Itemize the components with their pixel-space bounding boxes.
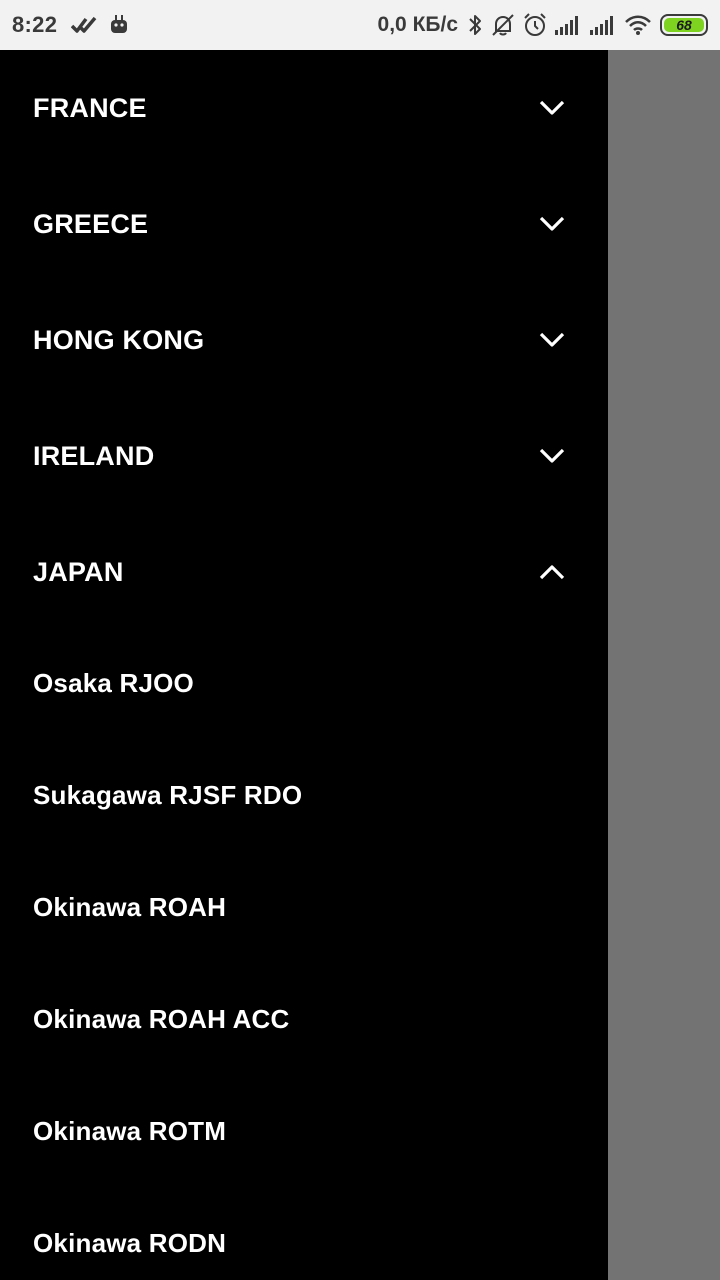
status-time: 8:22: [12, 12, 58, 37]
network-speed: 0,0 КБ/с: [377, 13, 458, 36]
country-label: JAPAN: [33, 556, 124, 587]
alarm-icon: [523, 13, 547, 37]
signal-icon: [589, 14, 617, 36]
battery-icon: 68: [660, 14, 708, 36]
chevron-down-icon[interactable]: [538, 442, 566, 470]
country-label: FRANCE: [33, 92, 147, 123]
bluetooth-icon: [467, 13, 483, 37]
android-icon: [109, 15, 129, 35]
drawer-scrim[interactable]: [608, 50, 720, 1280]
station-label: Okinawa ROAH: [33, 891, 227, 922]
status-right: 0,0 КБ/с 68: [378, 13, 708, 37]
station-item[interactable]: Okinawa ROTM: [0, 1075, 608, 1187]
country-item-ireland[interactable]: IRELAND: [0, 398, 608, 514]
country-item-hong-kong[interactable]: HONG KONG: [0, 282, 608, 398]
station-label: Osaka RJOO: [33, 667, 194, 698]
chevron-down-icon[interactable]: [538, 210, 566, 238]
station-item[interactable]: Okinawa RODN: [0, 1187, 608, 1280]
country-item-france[interactable]: FRANCE: [0, 50, 608, 166]
bell-off-icon: [490, 13, 516, 37]
station-label: Okinawa ROAH ACC: [33, 1003, 290, 1034]
battery-level: 68: [664, 17, 704, 33]
signal-icon: [554, 14, 582, 36]
status-bar: 8:22 0,0 КБ/с 68: [0, 0, 720, 50]
country-item-greece[interactable]: GREECE: [0, 166, 608, 282]
country-label: IRELAND: [33, 440, 155, 471]
station-label: Okinawa RODN: [33, 1227, 227, 1258]
station-item[interactable]: Okinawa ROAH: [0, 851, 608, 963]
done-all-icon: [71, 15, 97, 35]
chevron-up-icon[interactable]: [538, 558, 566, 586]
country-item-japan[interactable]: JAPAN: [0, 514, 608, 630]
wifi-icon: [624, 14, 652, 36]
station-label: Sukagawa RJSF RDO: [33, 779, 303, 810]
status-left: 8:22: [12, 12, 141, 38]
navigation-drawer: FRANCE GREECE HONG KONG IRELAND JAPAN Os…: [0, 50, 608, 1280]
chevron-down-icon[interactable]: [538, 94, 566, 122]
station-label: Okinawa ROTM: [33, 1115, 227, 1146]
station-item[interactable]: Okinawa ROAH ACC: [0, 963, 608, 1075]
station-item[interactable]: Osaka RJOO: [0, 627, 608, 739]
country-label: HONG KONG: [33, 324, 205, 355]
station-item[interactable]: Sukagawa RJSF RDO: [0, 739, 608, 851]
chevron-down-icon[interactable]: [538, 326, 566, 354]
country-label: GREECE: [33, 208, 149, 239]
